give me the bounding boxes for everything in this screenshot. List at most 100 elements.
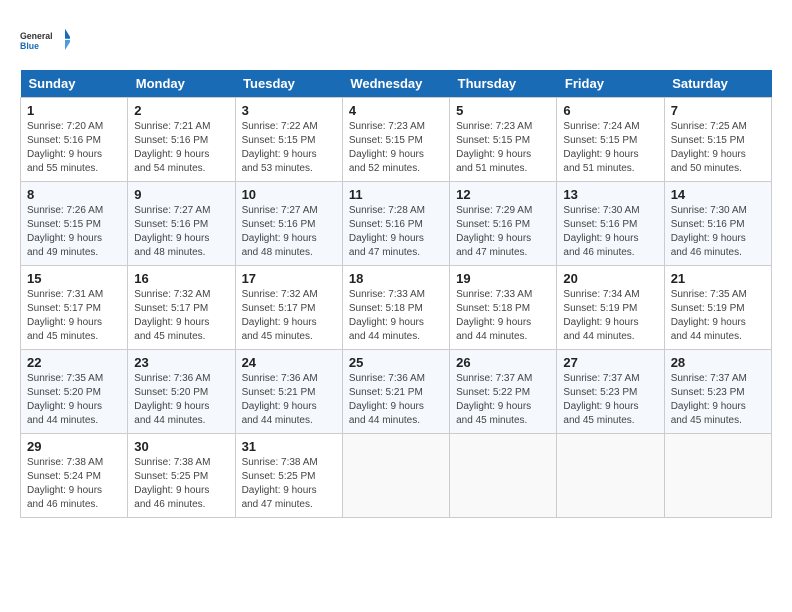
weekday-header-monday: Monday	[128, 70, 235, 98]
weekday-header-sunday: Sunday	[21, 70, 128, 98]
day-number: 1	[27, 103, 121, 118]
calendar-cell: 3 Sunrise: 7:22 AM Sunset: 5:15 PM Daylig…	[235, 98, 342, 182]
calendar-cell: 6 Sunrise: 7:24 AM Sunset: 5:15 PM Daylig…	[557, 98, 664, 182]
calendar-cell: 1 Sunrise: 7:20 AM Sunset: 5:16 PM Daylig…	[21, 98, 128, 182]
day-number: 30	[134, 439, 228, 454]
calendar-cell: 13 Sunrise: 7:30 AM Sunset: 5:16 PM Dayli…	[557, 182, 664, 266]
logo-svg: General Blue	[20, 20, 70, 60]
day-info: Sunrise: 7:22 AM Sunset: 5:15 PM Dayligh…	[242, 120, 336, 176]
day-info: Sunrise: 7:36 AM Sunset: 5:20 PM Dayligh…	[134, 372, 228, 428]
day-info: Sunrise: 7:23 AM Sunset: 5:15 PM Dayligh…	[349, 120, 443, 176]
day-number: 16	[134, 271, 228, 286]
calendar-cell: 26 Sunrise: 7:37 AM Sunset: 5:22 PM Dayli…	[450, 350, 557, 434]
day-info: Sunrise: 7:37 AM Sunset: 5:22 PM Dayligh…	[456, 372, 550, 428]
calendar-cell: 27Sunrise: 7:37 AM Sunset: 5:23 PM Dayli…	[557, 350, 664, 434]
day-number: 14	[671, 187, 765, 202]
day-info: Sunrise: 7:33 AM Sunset: 5:18 PM Dayligh…	[349, 288, 443, 344]
day-number: 12	[456, 187, 550, 202]
day-info: Sunrise: 7:24 AM Sunset: 5:15 PM Dayligh…	[563, 120, 657, 176]
day-info: Sunrise: 7:35 AM Sunset: 5:19 PM Dayligh…	[671, 288, 765, 344]
calendar-cell: 19Sunrise: 7:33 AM Sunset: 5:18 PM Dayli…	[450, 266, 557, 350]
day-number: 6	[563, 103, 657, 118]
day-number: 2	[134, 103, 228, 118]
weekday-header-saturday: Saturday	[664, 70, 771, 98]
calendar-cell: 7 Sunrise: 7:25 AM Sunset: 5:15 PM Daylig…	[664, 98, 771, 182]
day-info: Sunrise: 7:27 AM Sunset: 5:16 PM Dayligh…	[242, 204, 336, 260]
day-number: 20	[563, 271, 657, 286]
calendar-cell: 29Sunrise: 7:38 AM Sunset: 5:24 PM Dayli…	[21, 434, 128, 518]
page-header: General Blue	[20, 20, 772, 60]
day-number: 24	[242, 355, 336, 370]
day-info: Sunrise: 7:23 AM Sunset: 5:15 PM Dayligh…	[456, 120, 550, 176]
day-info: Sunrise: 7:25 AM Sunset: 5:15 PM Dayligh…	[671, 120, 765, 176]
calendar-cell: 12 Sunrise: 7:29 AM Sunset: 5:16 PM Dayli…	[450, 182, 557, 266]
calendar-cell: 30 Sunrise: 7:38 AM Sunset: 5:25 PM Dayli…	[128, 434, 235, 518]
day-number: 4	[349, 103, 443, 118]
day-info: Sunrise: 7:36 AM Sunset: 5:21 PM Dayligh…	[349, 372, 443, 428]
calendar-cell: 8 Sunrise: 7:26 AM Sunset: 5:15 PM Daylig…	[21, 182, 128, 266]
calendar-cell: 17 Sunrise: 7:32 AM Sunset: 5:17 PM Dayli…	[235, 266, 342, 350]
calendar-cell: 9Sunrise: 7:27 AM Sunset: 5:16 PM Daylig…	[128, 182, 235, 266]
day-number: 17	[242, 271, 336, 286]
weekday-header-friday: Friday	[557, 70, 664, 98]
calendar-cell: 16 Sunrise: 7:32 AM Sunset: 5:17 PM Dayli…	[128, 266, 235, 350]
day-info: Sunrise: 7:20 AM Sunset: 5:16 PM Dayligh…	[27, 120, 121, 176]
calendar-week-2: 8 Sunrise: 7:26 AM Sunset: 5:15 PM Daylig…	[21, 182, 772, 266]
day-number: 29	[27, 439, 121, 454]
day-number: 26	[456, 355, 550, 370]
calendar-cell: 11Sunrise: 7:28 AM Sunset: 5:16 PM Dayli…	[342, 182, 449, 266]
calendar-cell: 14 Sunrise: 7:30 AM Sunset: 5:16 PM Dayli…	[664, 182, 771, 266]
day-number: 7	[671, 103, 765, 118]
day-number: 5	[456, 103, 550, 118]
day-info: Sunrise: 7:35 AM Sunset: 5:20 PM Dayligh…	[27, 372, 121, 428]
calendar-cell: 25 Sunrise: 7:36 AM Sunset: 5:21 PM Dayli…	[342, 350, 449, 434]
calendar-cell: 21 Sunrise: 7:35 AM Sunset: 5:19 PM Dayli…	[664, 266, 771, 350]
day-info: Sunrise: 7:26 AM Sunset: 5:15 PM Dayligh…	[27, 204, 121, 260]
day-info: Sunrise: 7:21 AM Sunset: 5:16 PM Dayligh…	[134, 120, 228, 176]
calendar-cell: 15 Sunrise: 7:31 AM Sunset: 5:17 PM Dayli…	[21, 266, 128, 350]
day-info: Sunrise: 7:38 AM Sunset: 5:25 PM Dayligh…	[242, 456, 336, 512]
calendar-cell: 23 Sunrise: 7:36 AM Sunset: 5:20 PM Dayli…	[128, 350, 235, 434]
calendar-week-1: 1 Sunrise: 7:20 AM Sunset: 5:16 PM Daylig…	[21, 98, 772, 182]
weekday-header-tuesday: Tuesday	[235, 70, 342, 98]
calendar-week-3: 15 Sunrise: 7:31 AM Sunset: 5:17 PM Dayli…	[21, 266, 772, 350]
day-number: 23	[134, 355, 228, 370]
svg-text:General: General	[20, 31, 53, 41]
calendar-cell	[664, 434, 771, 518]
day-info: Sunrise: 7:28 AM Sunset: 5:16 PM Dayligh…	[349, 204, 443, 260]
svg-text:Blue: Blue	[20, 41, 39, 51]
day-number: 18	[349, 271, 443, 286]
day-info: Sunrise: 7:37 AM Sunset: 5:23 PM Dayligh…	[671, 372, 765, 428]
weekday-header-thursday: Thursday	[450, 70, 557, 98]
day-number: 8	[27, 187, 121, 202]
day-number: 15	[27, 271, 121, 286]
day-number: 3	[242, 103, 336, 118]
calendar-table: SundayMondayTuesdayWednesdayThursdayFrid…	[20, 70, 772, 518]
day-info: Sunrise: 7:37 AM Sunset: 5:23 PM Dayligh…	[563, 372, 657, 428]
day-info: Sunrise: 7:32 AM Sunset: 5:17 PM Dayligh…	[242, 288, 336, 344]
day-info: Sunrise: 7:30 AM Sunset: 5:16 PM Dayligh…	[563, 204, 657, 260]
calendar-week-4: 22 Sunrise: 7:35 AM Sunset: 5:20 PM Dayli…	[21, 350, 772, 434]
calendar-cell: 5 Sunrise: 7:23 AM Sunset: 5:15 PM Daylig…	[450, 98, 557, 182]
day-info: Sunrise: 7:31 AM Sunset: 5:17 PM Dayligh…	[27, 288, 121, 344]
calendar-cell: 22 Sunrise: 7:35 AM Sunset: 5:20 PM Dayli…	[21, 350, 128, 434]
calendar-cell: 31Sunrise: 7:38 AM Sunset: 5:25 PM Dayli…	[235, 434, 342, 518]
day-number: 13	[563, 187, 657, 202]
calendar-cell: 20 Sunrise: 7:34 AM Sunset: 5:19 PM Dayli…	[557, 266, 664, 350]
day-info: Sunrise: 7:38 AM Sunset: 5:25 PM Dayligh…	[134, 456, 228, 512]
day-number: 22	[27, 355, 121, 370]
calendar-cell: 28 Sunrise: 7:37 AM Sunset: 5:23 PM Dayli…	[664, 350, 771, 434]
day-info: Sunrise: 7:29 AM Sunset: 5:16 PM Dayligh…	[456, 204, 550, 260]
day-info: Sunrise: 7:30 AM Sunset: 5:16 PM Dayligh…	[671, 204, 765, 260]
calendar-cell	[450, 434, 557, 518]
calendar-cell: 10Sunrise: 7:27 AM Sunset: 5:16 PM Dayli…	[235, 182, 342, 266]
day-info: Sunrise: 7:32 AM Sunset: 5:17 PM Dayligh…	[134, 288, 228, 344]
calendar-week-5: 29Sunrise: 7:38 AM Sunset: 5:24 PM Dayli…	[21, 434, 772, 518]
calendar-cell: 2 Sunrise: 7:21 AM Sunset: 5:16 PM Daylig…	[128, 98, 235, 182]
day-number: 28	[671, 355, 765, 370]
day-number: 25	[349, 355, 443, 370]
calendar-cell: 18 Sunrise: 7:33 AM Sunset: 5:18 PM Dayli…	[342, 266, 449, 350]
day-number: 21	[671, 271, 765, 286]
day-info: Sunrise: 7:34 AM Sunset: 5:19 PM Dayligh…	[563, 288, 657, 344]
calendar-cell	[342, 434, 449, 518]
